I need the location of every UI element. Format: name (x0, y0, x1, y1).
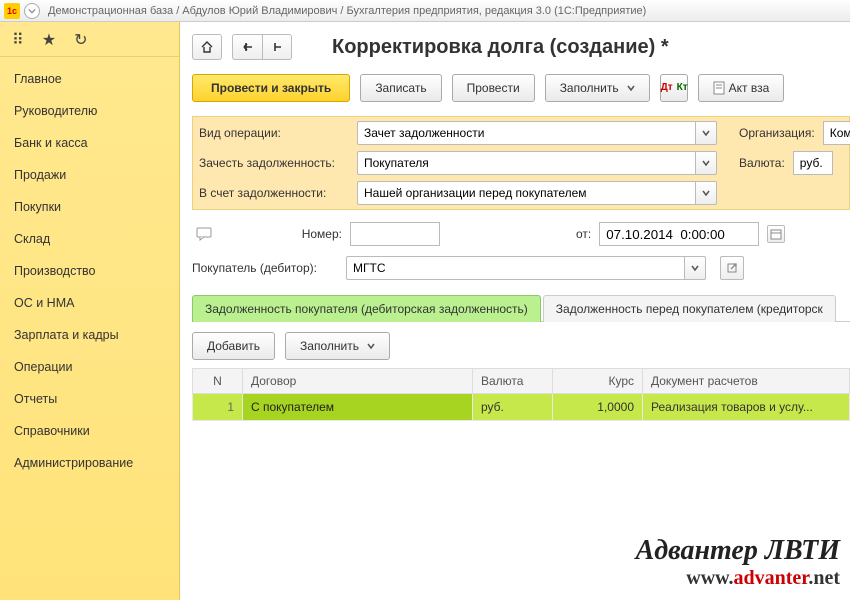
buyer-row: Покупатель (дебитор): (192, 256, 850, 280)
sidebar-item[interactable]: Зарплата и кадры (0, 319, 179, 351)
buyer-label: Покупатель (дебитор): (192, 261, 338, 275)
operation-type-input[interactable] (357, 121, 695, 145)
back-button[interactable] (232, 34, 262, 60)
favorite-icon[interactable]: ★ (42, 30, 56, 50)
fill-button-label: Заполнить (560, 81, 619, 95)
post-button[interactable]: Провести (452, 74, 535, 102)
sidebar-item[interactable]: Администрирование (0, 447, 179, 479)
forward-button[interactable] (262, 34, 292, 60)
act-button[interactable]: Акт вза (698, 74, 785, 102)
dtkt-button[interactable]: ДтКт (660, 74, 688, 102)
window-title: Демонстрационная база / Абдулов Юрий Вла… (48, 5, 646, 17)
against-debt-field[interactable] (357, 181, 717, 205)
toolbar: Провести и закрыть Записать Провести Зап… (192, 74, 850, 102)
apps-icon[interactable]: ⠿ (12, 30, 24, 50)
sidebar-item[interactable]: Отчеты (0, 383, 179, 415)
fill-button[interactable]: Заполнить (545, 74, 650, 102)
buyer-input[interactable] (346, 256, 684, 280)
col-contract[interactable]: Договор (243, 369, 473, 394)
params-panel: Вид операции: Организация: Зачесть задол… (192, 116, 850, 210)
col-docs[interactable]: Документ расчетов (643, 369, 850, 394)
currency-label: Валюта: (739, 156, 785, 170)
sidebar: ⠿ ★ ↻ Главное Руководителю Банк и касса … (0, 22, 180, 600)
against-debt-input[interactable] (357, 181, 695, 205)
operation-type-field[interactable] (357, 121, 717, 145)
sidebar-item[interactable]: Руководителю (0, 95, 179, 127)
organization-input[interactable] (823, 121, 850, 145)
sidebar-item[interactable]: Операции (0, 351, 179, 383)
from-label: от: (576, 227, 591, 241)
sidebar-item[interactable]: Справочники (0, 415, 179, 447)
cell-contract[interactable]: С покупателем (243, 394, 473, 421)
comment-icon[interactable] (192, 225, 216, 243)
buyer-field[interactable] (346, 256, 706, 280)
sidebar-item[interactable]: Покупки (0, 191, 179, 223)
offset-debt-input[interactable] (357, 151, 695, 175)
sidebar-top-icons: ⠿ ★ ↻ (0, 22, 179, 57)
page-title: Корректировка долга (создание) * (332, 36, 669, 59)
home-button[interactable] (192, 34, 222, 60)
sidebar-items: Главное Руководителю Банк и касса Продаж… (0, 57, 179, 485)
debt-table: N Договор Валюта Курс Документ расчетов … (192, 368, 850, 421)
table-fill-button[interactable]: Заполнить (285, 332, 390, 360)
chevron-down-icon (627, 84, 635, 92)
number-label: Номер: (224, 227, 342, 241)
app-logo-icon: 1c (4, 3, 20, 19)
table-fill-label: Заполнить (300, 339, 359, 353)
against-debt-label: В счет задолженности: (199, 186, 349, 200)
watermark-line1: Адвантер ЛВТИ (636, 535, 840, 567)
history-icon[interactable]: ↻ (74, 30, 87, 50)
chevron-down-icon[interactable] (695, 181, 717, 205)
col-rate[interactable]: Курс (553, 369, 643, 394)
cell-docs: Реализация товаров и услу... (643, 394, 850, 421)
save-button[interactable]: Записать (360, 74, 441, 102)
chevron-down-icon[interactable] (695, 121, 717, 145)
date-input[interactable] (599, 222, 759, 246)
window-titlebar: 1c Демонстрационная база / Абдулов Юрий … (0, 0, 850, 22)
act-button-label: Акт вза (729, 81, 770, 95)
chevron-down-icon[interactable] (695, 151, 717, 175)
sidebar-item[interactable]: Производство (0, 255, 179, 287)
operation-type-label: Вид операции: (199, 126, 349, 140)
document-icon (713, 81, 725, 95)
col-currency[interactable]: Валюта (473, 369, 553, 394)
chevron-down-icon (367, 342, 375, 350)
cell-rate: 1,0000 (553, 394, 643, 421)
tab-creditor[interactable]: Задолженность перед покупателем (кредито… (543, 295, 836, 322)
offset-debt-label: Зачесть задолженность: (199, 156, 349, 170)
add-row-button[interactable]: Добавить (192, 332, 275, 360)
offset-debt-field[interactable] (357, 151, 717, 175)
doc-number-row: Номер: от: (192, 222, 850, 246)
cell-currency: руб. (473, 394, 553, 421)
table-toolbar: Добавить Заполнить (192, 332, 850, 360)
sidebar-item[interactable]: ОС и НМА (0, 287, 179, 319)
sidebar-item[interactable]: Главное (0, 63, 179, 95)
col-n[interactable]: N (193, 369, 243, 394)
tabs: Задолженность покупателя (дебиторская за… (192, 294, 850, 322)
sidebar-item[interactable]: Банк и касса (0, 127, 179, 159)
watermark: Адвантер ЛВТИ www.advanter.net (636, 535, 840, 590)
currency-input[interactable] (793, 151, 833, 175)
watermark-line2: www.advanter.net (636, 567, 840, 590)
titlebar-menu-icon[interactable] (24, 3, 40, 19)
number-input[interactable] (350, 222, 440, 246)
chevron-down-icon[interactable] (684, 256, 706, 280)
organization-label: Организация: (739, 126, 815, 140)
nav-row: Корректировка долга (создание) * (192, 34, 850, 60)
tab-debtor[interactable]: Задолженность покупателя (дебиторская за… (192, 295, 541, 322)
cell-n: 1 (193, 394, 243, 421)
sidebar-item[interactable]: Продажи (0, 159, 179, 191)
sidebar-item[interactable]: Склад (0, 223, 179, 255)
post-and-close-button[interactable]: Провести и закрыть (192, 74, 350, 102)
main-area: Корректировка долга (создание) * Провест… (180, 22, 850, 600)
calendar-icon[interactable] (767, 225, 785, 243)
open-reference-button[interactable] (720, 256, 744, 280)
table-row[interactable]: 1 С покупателем руб. 1,0000 Реализация т… (193, 394, 850, 421)
